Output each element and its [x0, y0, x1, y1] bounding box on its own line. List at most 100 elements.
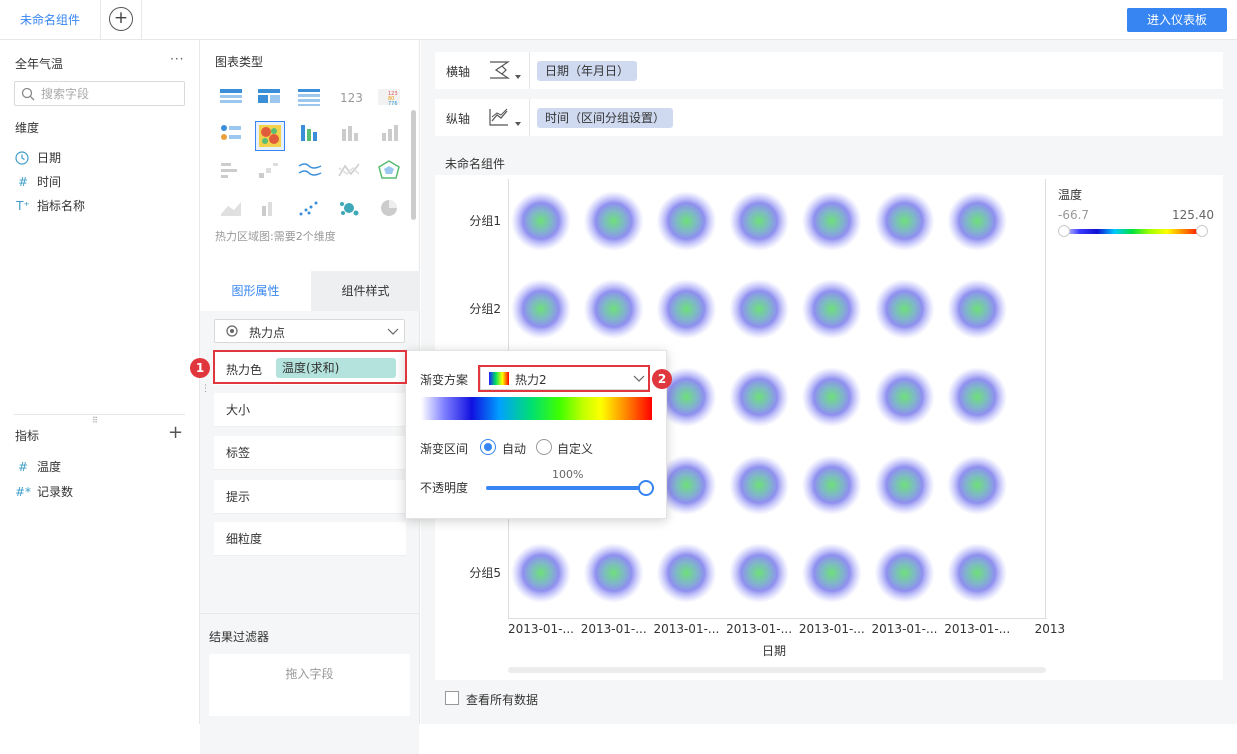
- opacity-slider-handle[interactable]: [638, 480, 654, 496]
- heat-point[interactable]: [947, 455, 1008, 515]
- tab-graph-properties[interactable]: 图形属性: [200, 271, 311, 311]
- legend-min-handle[interactable]: [1058, 225, 1070, 237]
- heat-point[interactable]: [583, 543, 644, 603]
- dimension-label: 时间: [37, 175, 62, 189]
- x-tick-label: 2013-01-...: [944, 622, 1010, 636]
- heat-point[interactable]: [656, 191, 717, 251]
- heat-point[interactable]: [874, 191, 935, 251]
- heat-point[interactable]: [729, 455, 790, 515]
- x-axis-line: [508, 618, 1047, 619]
- chevron-down-icon: [387, 328, 399, 335]
- heat-point[interactable]: [511, 279, 571, 339]
- horizontal-scrollbar[interactable]: [508, 667, 1046, 673]
- filter-drop-zone[interactable]: 拖入字段: [209, 654, 410, 716]
- prop-granularity[interactable]: 细粒度: [214, 522, 406, 556]
- prop-size[interactable]: 大小: [214, 393, 406, 427]
- heat-point[interactable]: [801, 543, 862, 603]
- bubble-chart-icon[interactable]: [337, 198, 363, 218]
- heat-point[interactable]: [947, 543, 1008, 603]
- mark-type-select[interactable]: 热力点: [214, 319, 405, 343]
- chart-type-scrollbar[interactable]: [411, 110, 416, 220]
- opacity-label: 不透明度: [420, 481, 469, 495]
- y-axis-row: 纵轴 时间（区间分组设置）: [435, 99, 1223, 136]
- show-all-data-label: 查看所有数据: [466, 693, 539, 707]
- prop-tooltip[interactable]: 提示: [214, 480, 406, 514]
- heat-point[interactable]: [511, 191, 571, 251]
- detail-table-icon[interactable]: [297, 87, 323, 107]
- scatter-chart-icon[interactable]: [297, 198, 323, 218]
- horizontal-bar-icon[interactable]: [219, 160, 245, 180]
- x-axis-type-icon[interactable]: [488, 60, 522, 82]
- add-measure-icon[interactable]: +: [168, 424, 183, 442]
- heatmap-chart-type-selected[interactable]: [255, 121, 285, 151]
- enter-dashboard-button[interactable]: 进入仪表板: [1127, 8, 1227, 32]
- resize-handle[interactable]: ⠿: [92, 416, 99, 425]
- step-chart-icon[interactable]: [257, 160, 283, 180]
- heat-point[interactable]: [801, 191, 862, 251]
- range-auto-radio[interactable]: [480, 439, 496, 455]
- dimension-item-date[interactable]: 日期: [15, 149, 61, 166]
- radar-chart-icon[interactable]: [377, 160, 403, 180]
- y-axis-type-icon[interactable]: [488, 107, 522, 129]
- x-tick-label: 2013-01-...: [872, 622, 938, 636]
- heat-point[interactable]: [801, 279, 862, 339]
- heat-point[interactable]: [947, 191, 1008, 251]
- heat-point[interactable]: [583, 279, 644, 339]
- y-axis-field-pill[interactable]: 时间（区间分组设置）: [537, 108, 674, 128]
- range-auto-label: 自动: [502, 442, 527, 456]
- dimension-item-time[interactable]: # 时间: [15, 173, 61, 190]
- text-type-icon: T⁺: [16, 198, 30, 213]
- heat-point[interactable]: [874, 543, 935, 603]
- heat-point[interactable]: [947, 279, 1008, 339]
- heat-point[interactable]: [947, 367, 1008, 427]
- heat-point[interactable]: [729, 279, 790, 339]
- heat-point[interactable]: [729, 191, 790, 251]
- heat-point[interactable]: [511, 543, 571, 603]
- range-column-icon[interactable]: [257, 198, 283, 218]
- axis-divider: [529, 52, 530, 89]
- pie-chart-icon[interactable]: [377, 198, 403, 218]
- heat-point[interactable]: [729, 543, 790, 603]
- cross-table-icon[interactable]: [257, 87, 283, 107]
- show-all-data-checkbox[interactable]: [445, 691, 459, 705]
- kpi-table-icon[interactable]: 12380776: [377, 87, 403, 107]
- heat-point[interactable]: [801, 455, 862, 515]
- tab-unnamed-component[interactable]: 未命名组件: [0, 0, 101, 40]
- add-tab-button[interactable]: +: [109, 7, 133, 31]
- x-axis-field-pill[interactable]: 日期（年月日）: [537, 61, 638, 81]
- y-axis-label: 纵轴: [446, 112, 471, 126]
- heat-point[interactable]: [874, 367, 935, 427]
- line-chart-icon[interactable]: [297, 160, 323, 180]
- measure-item-record-count[interactable]: #* 记录数: [15, 483, 73, 500]
- heat-point[interactable]: [656, 543, 717, 603]
- heat-point[interactable]: [656, 279, 717, 339]
- legend-max-handle[interactable]: [1196, 225, 1208, 237]
- dot-matrix-icon[interactable]: [219, 123, 245, 143]
- range-custom-radio[interactable]: [536, 439, 552, 455]
- number-card-icon[interactable]: 123: [337, 87, 363, 107]
- tab-component-style[interactable]: 组件样式: [311, 271, 420, 311]
- measures-title: 指标: [15, 429, 40, 443]
- dimension-item-metric-name[interactable]: T⁺ 指标名称: [15, 197, 85, 214]
- result-filter-section: 结果过滤器 拖入字段: [200, 613, 419, 724]
- column-chart-icon[interactable]: [337, 123, 363, 143]
- heat-point[interactable]: [801, 367, 862, 427]
- heat-point[interactable]: [583, 191, 644, 251]
- area-chart-icon[interactable]: [219, 198, 245, 218]
- attribute-tabs: 图形属性 组件样式: [200, 271, 420, 311]
- x-axis-row: 横轴 日期（年月日）: [435, 52, 1223, 89]
- table-chart-icon[interactable]: [219, 87, 245, 107]
- more-options-icon[interactable]: ···: [170, 52, 184, 66]
- polyline-chart-icon[interactable]: [337, 160, 363, 180]
- heat-point[interactable]: [874, 279, 935, 339]
- gradient-scheme-label: 渐变方案: [420, 373, 469, 387]
- search-field-input[interactable]: 搜索字段: [14, 81, 185, 106]
- heat-point[interactable]: [874, 455, 935, 515]
- measure-item-temperature[interactable]: # 温度: [15, 458, 61, 475]
- hash-icon: #: [17, 459, 29, 474]
- opacity-slider-track[interactable]: [486, 486, 646, 490]
- stacked-bar-icon[interactable]: [297, 123, 323, 143]
- heat-point[interactable]: [729, 367, 790, 427]
- bar-chart-icon[interactable]: [377, 123, 403, 143]
- prop-label[interactable]: 标签: [214, 436, 406, 470]
